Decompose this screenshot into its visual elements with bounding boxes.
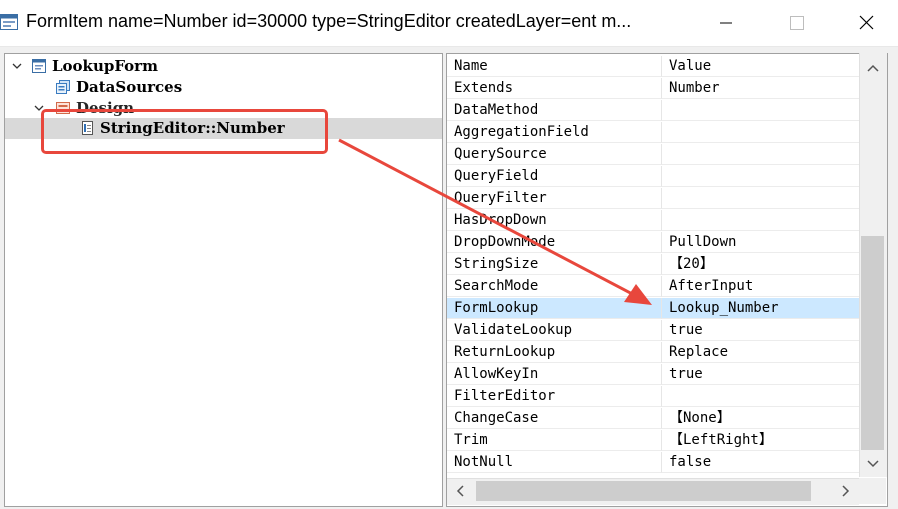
property-value[interactable]: Number [662, 78, 860, 99]
property-name: FilterEditor [447, 386, 662, 407]
property-row[interactable]: AllowKeyIn true [447, 364, 860, 386]
property-name: AggregationField [447, 122, 662, 143]
property-name: ReturnLookup [447, 342, 662, 363]
property-name: NotNull [447, 452, 662, 473]
close-button[interactable] [846, 8, 886, 38]
property-name: DropDownMode [447, 232, 662, 253]
property-row[interactable]: StringSize 【20】 [447, 254, 860, 276]
form-icon [32, 59, 46, 73]
property-name: StringSize [447, 254, 662, 275]
property-name: ChangeCase [447, 408, 662, 429]
property-row[interactable]: NotNull false [447, 452, 860, 474]
property-row[interactable]: HasDropDown [447, 210, 860, 232]
property-value[interactable] [662, 122, 860, 143]
property-value[interactable]: AfterInput [662, 276, 860, 297]
scroll-up-icon[interactable] [862, 58, 884, 78]
property-value[interactable]: 【None】 [662, 408, 860, 429]
property-name: Extends [447, 78, 662, 99]
property-row[interactable]: ReturnLookup Replace [447, 342, 860, 364]
column-header-name: Name [447, 56, 662, 77]
property-row-selected[interactable]: FormLookup Lookup_Number [447, 298, 860, 320]
property-name: QueryFilter [447, 188, 662, 209]
property-value[interactable] [662, 210, 860, 231]
property-value[interactable] [662, 144, 860, 165]
property-row[interactable]: Trim 【LeftRight】 [447, 430, 860, 452]
property-value[interactable] [662, 188, 860, 209]
property-grid[interactable]: Name Value Extends Number DataMethod Agg… [446, 53, 888, 507]
tree-item-datasources[interactable]: DataSources [5, 77, 442, 98]
property-row[interactable]: ChangeCase 【None】 [447, 408, 860, 430]
property-value[interactable] [662, 100, 860, 121]
horizontal-scrollbar-thumb[interactable] [476, 481, 811, 501]
property-name: FormLookup [447, 298, 662, 319]
property-name: QuerySource [447, 144, 662, 165]
property-row[interactable]: Extends Number [447, 78, 860, 100]
property-name: HasDropDown [447, 210, 662, 231]
property-name: DataMethod [447, 100, 662, 121]
tree-item-lookupform[interactable]: LookupForm [5, 56, 442, 77]
scrollbar-corner [859, 478, 886, 504]
chevron-down-icon[interactable] [11, 60, 23, 72]
scroll-left-icon[interactable] [450, 481, 472, 501]
property-name: ValidateLookup [447, 320, 662, 341]
property-row[interactable]: ValidateLookup true [447, 320, 860, 342]
property-value[interactable]: false [662, 452, 860, 473]
tree-item-label: LookupForm [52, 57, 158, 75]
property-name: QueryField [447, 166, 662, 187]
property-value[interactable]: 【LeftRight】 [662, 430, 860, 451]
property-value[interactable]: PullDown [662, 232, 860, 253]
property-value[interactable]: Lookup_Number [662, 298, 860, 319]
vertical-scrollbar-thumb[interactable] [861, 236, 884, 450]
property-name: AllowKeyIn [447, 364, 662, 385]
window-title: FormItem name=Number id=30000 type=Strin… [26, 11, 632, 31]
property-row[interactable]: SearchMode AfterInput [447, 276, 860, 298]
property-row[interactable]: DataMethod [447, 100, 860, 122]
property-value[interactable]: true [662, 364, 860, 385]
property-name: SearchMode [447, 276, 662, 297]
minimize-icon [720, 22, 732, 24]
property-header: Name Value [447, 56, 860, 78]
annotation-highlight-box [41, 109, 328, 154]
property-value[interactable]: Replace [662, 342, 860, 363]
maximize-button[interactable] [776, 8, 816, 38]
property-value[interactable] [662, 166, 860, 187]
property-value[interactable]: 【20】 [662, 254, 860, 275]
property-value[interactable]: true [662, 320, 860, 341]
column-header-value: Value [662, 56, 860, 77]
property-row[interactable]: AggregationField [447, 122, 860, 144]
tree-item-label: DataSources [76, 78, 183, 96]
maximize-icon [790, 16, 804, 30]
scroll-right-icon[interactable] [834, 481, 856, 501]
minimize-button[interactable] [706, 8, 746, 38]
datasources-icon [56, 80, 70, 94]
title-bar: FormItem name=Number id=30000 type=Strin… [0, 0, 898, 47]
property-row[interactable]: FilterEditor [447, 386, 860, 408]
property-row[interactable]: DropDownMode PullDown [447, 232, 860, 254]
property-row[interactable]: QueryField [447, 166, 860, 188]
form-window-icon [0, 14, 18, 30]
property-row[interactable]: QuerySource [447, 144, 860, 166]
property-value[interactable] [662, 386, 860, 407]
property-name: Trim [447, 430, 662, 451]
close-icon [859, 15, 874, 30]
scroll-down-icon[interactable] [862, 454, 884, 474]
property-row[interactable]: QueryFilter [447, 188, 860, 210]
